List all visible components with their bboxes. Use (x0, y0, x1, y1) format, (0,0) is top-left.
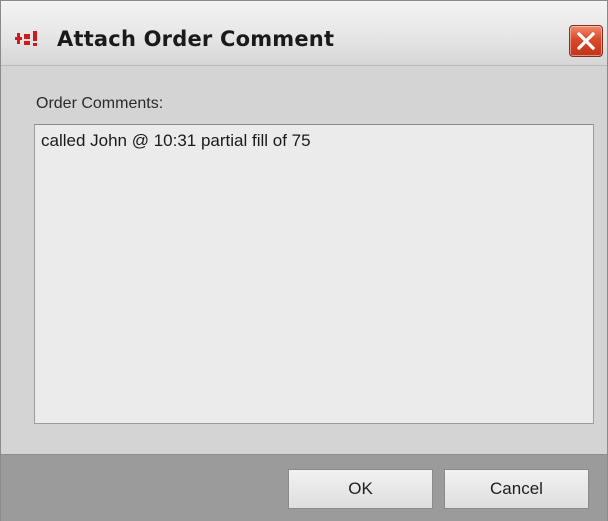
dialog-footer: OK Cancel (1, 454, 607, 521)
title-bar[interactable]: Attach Order Comment (1, 1, 607, 66)
order-comments-textarea[interactable]: called John @ 10:31 partial fill of 75 (34, 124, 594, 424)
order-comments-label: Order Comments: (36, 95, 164, 112)
cancel-button[interactable]: Cancel (444, 469, 589, 509)
ok-button[interactable]: OK (288, 469, 433, 509)
close-button[interactable] (569, 25, 603, 57)
app-logo-icon (15, 28, 49, 50)
attach-order-comment-dialog: Attach Order Comment Order Comments: cal… (0, 0, 608, 521)
window-title: Attach Order Comment (57, 27, 335, 51)
close-icon (577, 32, 595, 50)
dialog-content: Order Comments: called John @ 10:31 part… (1, 66, 607, 454)
